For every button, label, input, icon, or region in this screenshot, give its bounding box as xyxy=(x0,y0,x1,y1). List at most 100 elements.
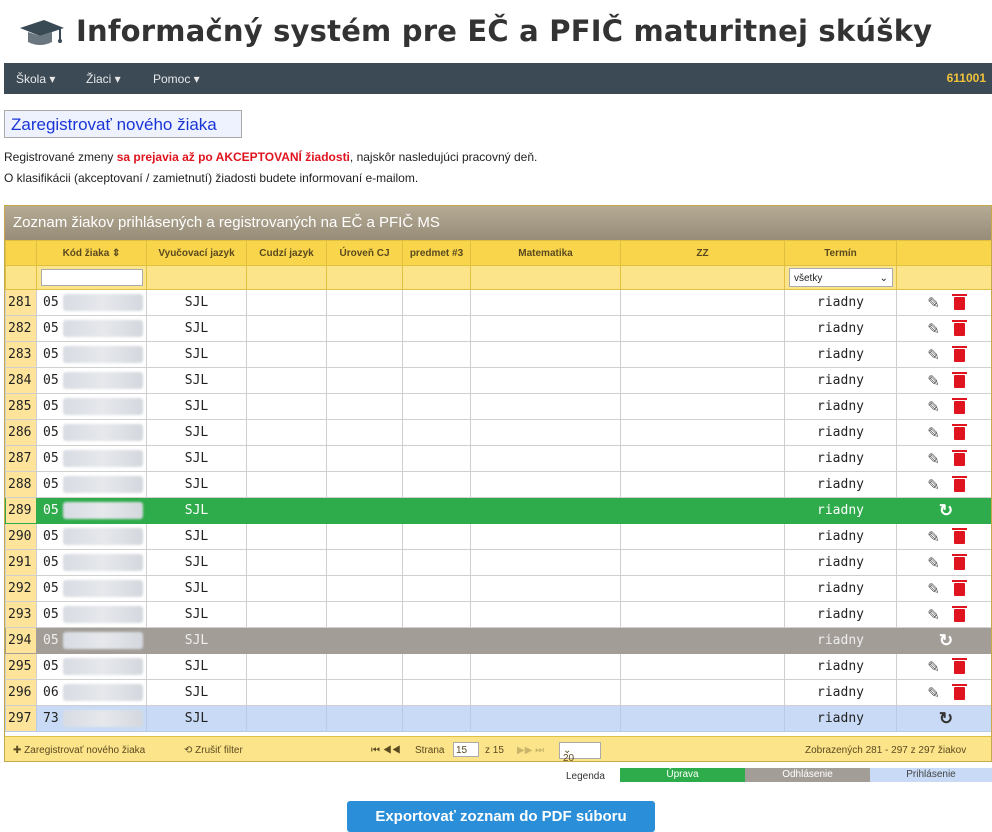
pager-clear-filter[interactable]: ⟲ Zrušiť filter xyxy=(184,745,243,756)
empty-cell xyxy=(470,419,621,446)
teaching-language: SJL xyxy=(146,627,247,654)
empty-cell xyxy=(246,419,327,446)
table-row[interactable]: 295 05 SJL riadny ✎ xyxy=(5,653,991,680)
empty-cell xyxy=(620,653,785,680)
export-pdf-button[interactable]: Exportovať zoznam do PDF súboru xyxy=(347,801,655,832)
empty-cell xyxy=(326,523,403,550)
redacted-code xyxy=(63,450,143,467)
empty-cell xyxy=(620,523,785,550)
delete-trash-icon[interactable] xyxy=(951,579,967,596)
term: riadny xyxy=(784,653,897,680)
termin-filter-select[interactable]: všetky ⌄ xyxy=(789,268,893,287)
edit-pencil-icon[interactable]: ✎ xyxy=(927,320,940,338)
edit-pencil-icon[interactable]: ✎ xyxy=(927,476,940,494)
pager-add-link[interactable]: ✚ Zaregistrovať nového žiaka xyxy=(13,745,145,756)
teaching-language: SJL xyxy=(146,497,247,524)
edit-pencil-icon[interactable]: ✎ xyxy=(927,346,940,364)
student-code: 05 xyxy=(36,575,147,602)
table-row[interactable]: 288 05 SJL riadny ✎ xyxy=(5,471,991,498)
table-row[interactable]: 281 05 SJL riadny ✎ xyxy=(5,289,991,316)
table-row[interactable]: 292 05 SJL riadny ✎ xyxy=(5,575,991,602)
edit-pencil-icon[interactable]: ✎ xyxy=(927,398,940,416)
delete-trash-icon[interactable] xyxy=(951,319,967,336)
row-number: 294 xyxy=(5,627,37,654)
teaching-language: SJL xyxy=(146,393,247,420)
row-number: 291 xyxy=(5,549,37,576)
edit-pencil-icon[interactable]: ✎ xyxy=(927,684,940,702)
row-actions: ✎ xyxy=(896,445,991,472)
delete-trash-icon[interactable] xyxy=(951,527,967,544)
edit-pencil-icon[interactable]: ✎ xyxy=(927,372,940,390)
nav-ziaci[interactable]: Žiaci ▾ xyxy=(86,72,121,86)
delete-trash-icon[interactable] xyxy=(951,449,967,466)
edit-pencil-icon[interactable]: ✎ xyxy=(927,450,940,468)
table-row[interactable]: 283 05 SJL riadny ✎ xyxy=(5,341,991,368)
empty-cell xyxy=(246,289,327,316)
term: riadny xyxy=(784,523,897,550)
row-number: 288 xyxy=(5,471,37,498)
row-actions: ↻ xyxy=(896,705,991,732)
student-code-prefix: 05 xyxy=(43,503,59,518)
edit-pencil-icon[interactable]: ✎ xyxy=(927,554,940,572)
empty-cell xyxy=(470,653,621,680)
delete-trash-icon[interactable] xyxy=(951,397,967,414)
term: riadny xyxy=(784,419,897,446)
edit-pencil-icon[interactable]: ✎ xyxy=(927,580,940,598)
delete-trash-icon[interactable] xyxy=(951,683,967,700)
legend-register: Prihlásenie xyxy=(870,768,992,782)
table-row[interactable]: 296 06 SJL riadny ✎ xyxy=(5,679,991,706)
table-row[interactable]: 285 05 SJL riadny ✎ xyxy=(5,393,991,420)
table-row[interactable]: 282 05 SJL riadny ✎ xyxy=(5,315,991,342)
row-number: 297 xyxy=(5,705,37,732)
page-size-select[interactable]: 20 ⌄ xyxy=(559,742,601,761)
row-actions: ✎ xyxy=(896,523,991,550)
undo-icon[interactable]: ↻ xyxy=(939,631,953,651)
delete-trash-icon[interactable] xyxy=(951,657,967,674)
table-row[interactable]: 284 05 SJL riadny ✎ xyxy=(5,367,991,394)
edit-pencil-icon[interactable]: ✎ xyxy=(927,424,940,442)
pager-first-prev[interactable]: ⏮ ◀◀ xyxy=(371,745,401,756)
nav-pomoc[interactable]: Pomoc ▾ xyxy=(153,72,200,86)
empty-cell xyxy=(620,627,785,654)
nav-skola[interactable]: Škola ▾ xyxy=(16,72,55,86)
pager-next-last[interactable]: ▶▶ ⏭ xyxy=(517,745,544,756)
table-row[interactable]: 287 05 SJL riadny ✎ xyxy=(5,445,991,472)
table-row[interactable]: 291 05 SJL riadny ✎ xyxy=(5,549,991,576)
table-row[interactable]: 297 73 SJL riadny ↻ xyxy=(5,705,991,732)
row-actions: ↻ xyxy=(896,497,991,524)
column-header[interactable]: Kód žiaka ⇕ xyxy=(36,240,147,266)
empty-cell xyxy=(326,575,403,602)
undo-icon[interactable]: ↻ xyxy=(939,501,953,521)
table-row[interactable]: 293 05 SJL riadny ✎ xyxy=(5,601,991,628)
table-row[interactable]: 289 05 SJL riadny ↻ xyxy=(5,497,991,524)
edit-pencil-icon[interactable]: ✎ xyxy=(927,294,940,312)
table-row[interactable]: 286 05 SJL riadny ✎ xyxy=(5,419,991,446)
page-number-input[interactable]: 15 xyxy=(453,742,479,757)
redacted-code xyxy=(63,554,143,571)
delete-trash-icon[interactable] xyxy=(951,423,967,440)
student-code: 05 xyxy=(36,627,147,654)
register-student-button[interactable]: Zaregistrovať nového žiaka xyxy=(4,110,242,138)
kod-filter-input[interactable] xyxy=(41,269,143,286)
edit-pencil-icon[interactable]: ✎ xyxy=(927,606,940,624)
delete-trash-icon[interactable] xyxy=(951,605,967,622)
student-code-prefix: 05 xyxy=(43,555,59,570)
header-row: Kód žiaka ⇕ Vyučovací jazyk Cudzí jazyk Úro… xyxy=(5,240,991,266)
delete-trash-icon[interactable] xyxy=(951,345,967,362)
empty-cell xyxy=(402,289,471,316)
delete-trash-icon[interactable] xyxy=(951,553,967,570)
delete-trash-icon[interactable] xyxy=(951,475,967,492)
edit-pencil-icon[interactable]: ✎ xyxy=(927,528,940,546)
table-row[interactable]: 290 05 SJL riadny ✎ xyxy=(5,523,991,550)
pager-page-label: Strana xyxy=(415,745,445,756)
table-row[interactable]: 294 05 SJL riadny ↻ xyxy=(5,627,991,654)
empty-cell xyxy=(620,341,785,368)
teaching-language: SJL xyxy=(146,575,247,602)
undo-icon[interactable]: ↻ xyxy=(939,709,953,729)
delete-trash-icon[interactable] xyxy=(951,293,967,310)
edit-pencil-icon[interactable]: ✎ xyxy=(927,658,940,676)
delete-trash-icon[interactable] xyxy=(951,371,967,388)
empty-cell xyxy=(246,549,327,576)
info-line-2: O klasifikácii (akceptovaní / zamietnutí… xyxy=(4,171,419,185)
row-actions: ✎ xyxy=(896,419,991,446)
